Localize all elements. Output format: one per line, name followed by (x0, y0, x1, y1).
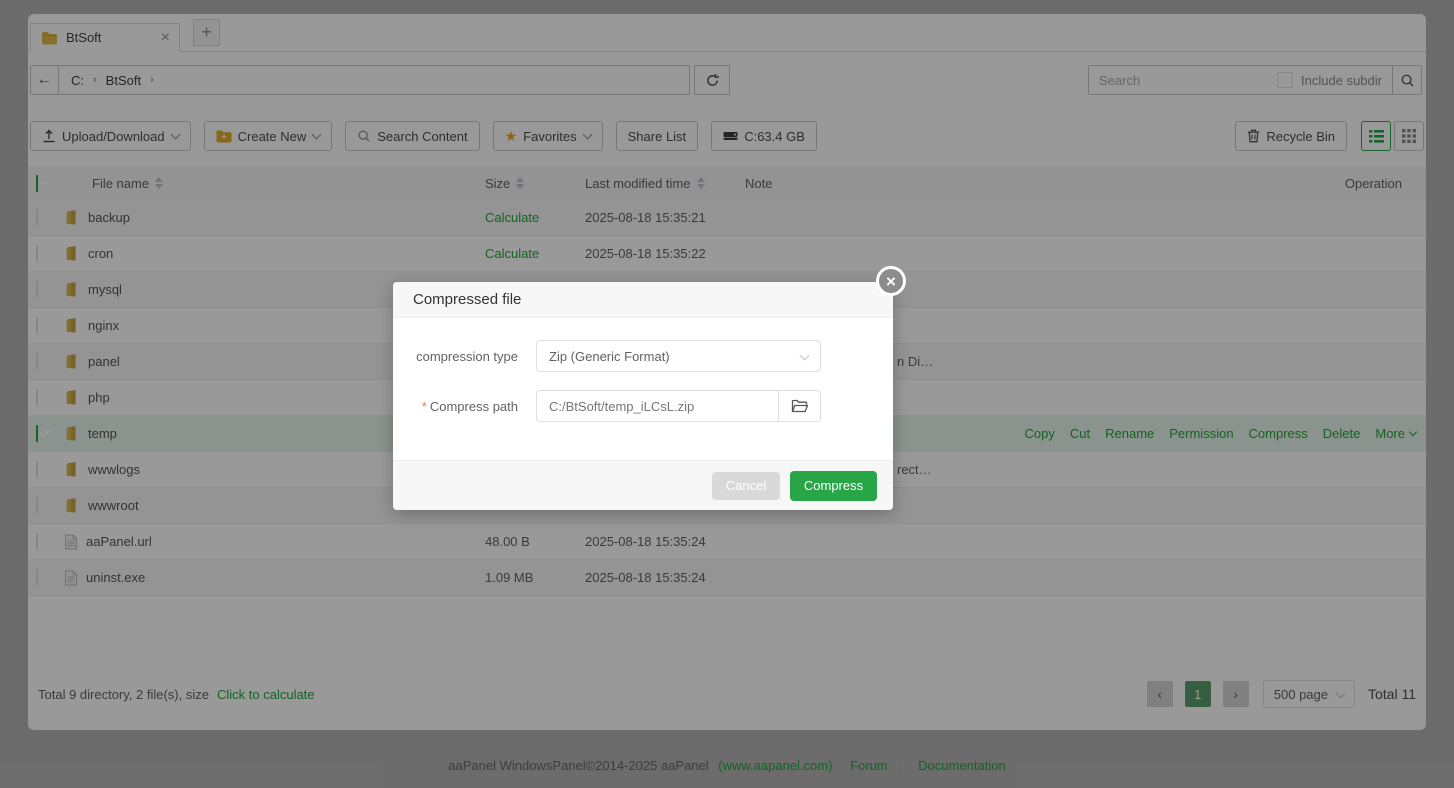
chevron-down-icon (800, 350, 810, 360)
dialog-header: Compressed file (393, 282, 893, 318)
compress-dialog: × Compressed file compression type Zip (… (393, 282, 893, 510)
dialog-title: Compressed file (413, 291, 521, 308)
dialog-footer: Cancel Compress (393, 460, 893, 510)
folder-open-icon (791, 399, 808, 413)
cancel-button[interactable]: Cancel (712, 472, 780, 500)
compress-button[interactable]: Compress (790, 471, 877, 501)
browse-folder-button[interactable] (779, 390, 821, 422)
compress-path-label: *Compress path (413, 399, 518, 414)
required-asterisk: * (422, 399, 427, 414)
close-icon[interactable]: × (876, 266, 906, 296)
compression-type-select[interactable]: Zip (Generic Format) (536, 340, 821, 372)
compress-path-input[interactable] (536, 390, 779, 422)
compression-type-value: Zip (Generic Format) (549, 349, 670, 364)
compression-type-label: compression type (413, 349, 518, 364)
